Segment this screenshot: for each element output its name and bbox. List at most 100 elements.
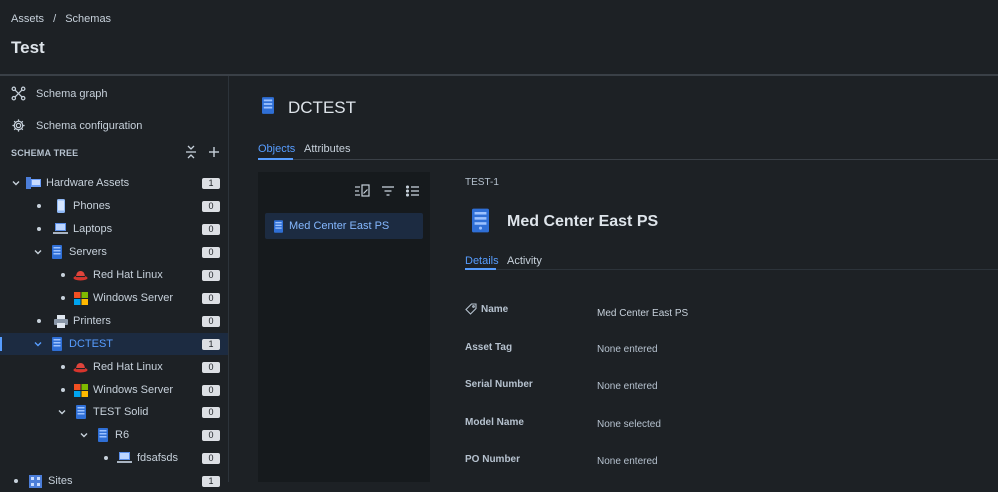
redhat-icon <box>73 268 88 283</box>
graph-icon <box>11 86 26 101</box>
attribute-label-name: Name <box>465 303 508 315</box>
attribute-label-model-name: Model Name <box>465 417 524 428</box>
tree-item-servers[interactable]: Servers 0 <box>0 241 228 263</box>
tree-item-phones[interactable]: Phones 0 <box>0 195 228 217</box>
tree-item-sites[interactable]: Sites 1 <box>0 470 228 492</box>
tree-item-label: Phones <box>73 200 111 212</box>
schema-configuration-label: Schema configuration <box>36 119 143 132</box>
redhat-icon <box>73 360 88 375</box>
tree-item-windows-server[interactable]: Windows Server 0 <box>0 379 228 401</box>
tree-item-label: Windows Server <box>93 384 174 396</box>
collapse-all-icon[interactable] <box>184 144 198 160</box>
object-count-badge: 0 <box>202 452 220 464</box>
tree-item-windows-server[interactable]: Windows Server 0 <box>0 287 228 309</box>
tree-item-printers[interactable]: Printers 0 <box>0 310 228 332</box>
object-count-badge: 1 <box>202 177 220 189</box>
chevron-down-icon[interactable] <box>10 177 22 189</box>
object-count-badge: 0 <box>202 269 220 281</box>
attribute-value-asset-tag[interactable]: None entered <box>597 344 658 355</box>
tree-item-label: DCTEST <box>69 338 113 350</box>
windows-icon <box>73 383 88 398</box>
object-key: TEST-1 <box>465 177 499 188</box>
object-count-badge: 0 <box>202 315 220 327</box>
object-count-badge: 0 <box>202 292 220 304</box>
object-count-badge: 1 <box>202 338 220 350</box>
object-count-badge: 0 <box>202 246 220 258</box>
schema-graph-label: Schema graph <box>36 87 108 100</box>
schema-graph-link[interactable]: Schema graph <box>11 86 108 101</box>
active-tab-indicator <box>465 268 496 270</box>
attribute-label-serial-number: Serial Number <box>465 379 533 390</box>
active-tab-indicator <box>258 158 293 160</box>
server-icon <box>49 245 64 260</box>
laptop-icon <box>117 451 132 466</box>
breadcrumb-assets[interactable]: Assets <box>11 13 44 25</box>
tree-item-laptops[interactable]: Laptops 0 <box>0 218 228 240</box>
tree-item-label: Sites <box>48 475 73 487</box>
bullet-icon <box>37 319 41 323</box>
phone-icon <box>53 199 68 214</box>
attribute-value-serial-number[interactable]: None entered <box>597 381 658 392</box>
attribute-value-model-name[interactable]: None selected <box>597 419 661 430</box>
sites-icon <box>28 474 43 489</box>
object-list-item[interactable]: Med Center East PS <box>265 213 423 239</box>
object-title: Med Center East PS <box>507 213 659 230</box>
breadcrumb: Assets / Schemas <box>11 13 111 25</box>
server-icon <box>472 208 489 233</box>
attribute-value-name[interactable]: Med Center East PS <box>597 308 688 319</box>
object-type-title: DCTEST <box>288 98 356 117</box>
chevron-down-icon[interactable] <box>32 246 44 258</box>
tab-details[interactable]: Details <box>465 255 499 267</box>
tree-item-fdsafsds[interactable]: fdsafsds 0 <box>0 447 228 469</box>
tree-item-label: Servers <box>69 246 107 258</box>
server-icon <box>49 337 64 352</box>
filter-icon[interactable] <box>380 184 396 198</box>
object-count-badge: 0 <box>202 384 220 396</box>
attribute-value-po-number[interactable]: None entered <box>597 456 658 467</box>
list-view-icon[interactable] <box>405 184 421 198</box>
breadcrumb-separator: / <box>53 13 57 25</box>
tab-objects[interactable]: Objects <box>258 143 295 155</box>
tree-item-red-hat-linux[interactable]: Red Hat Linux 0 <box>0 264 228 286</box>
bullet-icon <box>61 388 65 392</box>
schema-configuration-link[interactable]: Schema configuration <box>11 118 142 133</box>
bulk-edit-icon[interactable] <box>354 184 370 198</box>
breadcrumb-schemas[interactable]: Schemas <box>65 13 111 25</box>
tree-item-test-solid[interactable]: TEST Solid 0 <box>0 401 228 423</box>
page-header: Assets / Schemas Test <box>0 0 998 76</box>
laptop-icon <box>53 222 68 237</box>
add-icon[interactable] <box>207 144 221 160</box>
page-title: Test <box>11 38 45 57</box>
windows-icon <box>73 291 88 306</box>
chevron-down-icon[interactable] <box>32 338 44 350</box>
bullet-icon <box>37 227 41 231</box>
server-icon <box>262 97 274 114</box>
object-count-badge: 0 <box>202 429 220 441</box>
object-count-badge: 1 <box>202 475 220 487</box>
tree-item-r6[interactable]: R6 0 <box>0 424 228 446</box>
printer-icon <box>53 314 68 329</box>
tab-activity[interactable]: Activity <box>507 255 542 267</box>
tree-item-label: Printers <box>73 315 111 327</box>
bullet-icon <box>37 204 41 208</box>
tab-attributes[interactable]: Attributes <box>304 143 350 155</box>
tree-item-label: fdsafsds <box>137 452 178 464</box>
tree-item-label: Windows Server <box>93 292 174 304</box>
object-list-item-label: Med Center East PS <box>289 220 390 232</box>
tree-item-red-hat-linux[interactable]: Red Hat Linux 0 <box>0 356 228 378</box>
tree-item-dctest[interactable]: DCTEST 1 <box>0 333 228 355</box>
object-list-panel: Med Center East PS <box>258 172 430 482</box>
attribute-label-po-number: PO Number <box>465 454 521 465</box>
selection-indicator <box>0 337 2 351</box>
object-count-badge: 0 <box>202 200 220 212</box>
server-icon <box>73 405 88 420</box>
chevron-down-icon[interactable] <box>56 406 68 418</box>
tree-item-label: R6 <box>115 429 130 441</box>
chevron-down-icon[interactable] <box>78 429 90 441</box>
tree-item-hardware-assets[interactable]: Hardware Assets 1 <box>0 172 228 194</box>
server-icon <box>274 219 283 233</box>
hardware-assets-icon <box>26 176 41 191</box>
bullet-icon <box>14 479 18 483</box>
tag-icon <box>465 303 477 315</box>
object-count-badge: 0 <box>202 406 220 418</box>
